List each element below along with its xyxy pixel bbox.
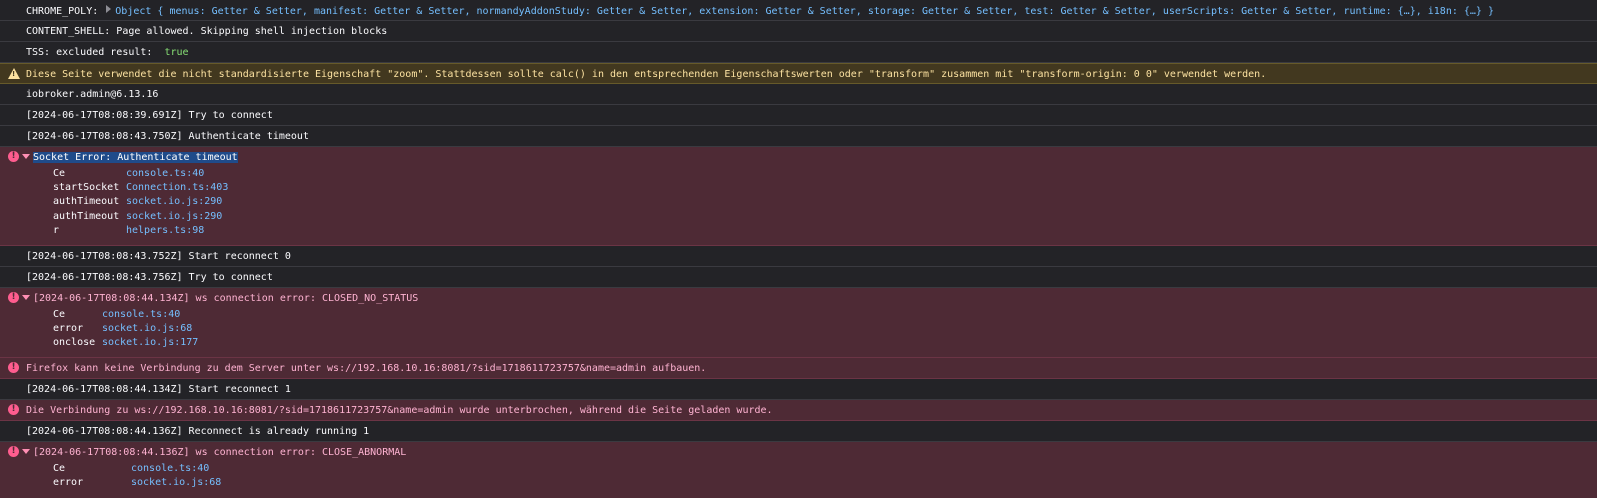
stack-function: Ce (53, 168, 66, 179)
stack-location-link[interactable]: helpers.ts:98 (126, 224, 204, 238)
error-icon: ! (8, 151, 19, 162)
console-message-log: TSS: excluded result: true (0, 42, 1597, 63)
stack-frame: r helpers.ts:98 (53, 224, 238, 238)
stack-frame: authTimeout socket.io.js:290 (53, 195, 238, 209)
message-text: [2024-06-17T08:08:43.752Z] Start reconne… (26, 251, 291, 262)
stack-location-link[interactable]: socket.io.js:68 (102, 322, 192, 336)
stack-location-link[interactable]: console.ts:40 (126, 167, 204, 181)
message-text: [2024-06-17T08:08:43.750Z] Authenticate … (26, 131, 309, 142)
stack-frame: Ce console.ts:40 (53, 462, 406, 476)
console-message-log: [2024-06-17T08:08:43.756Z] Try to connec… (0, 267, 1597, 288)
message-text: Firefox kann keine Verbindung zu dem Ser… (26, 363, 707, 374)
message-text: Die Verbindung zu ws://192.168.10.16:808… (26, 405, 773, 416)
console-message-log: CONTENT_SHELL: Page allowed. Skipping sh… (0, 21, 1597, 42)
console-message-log: [2024-06-17T08:08:43.752Z] Start reconne… (0, 246, 1597, 267)
stack-frame: Ce console.ts:40 (53, 167, 238, 181)
stack-location-link[interactable]: socket.io.js:177 (102, 336, 198, 350)
stack-location-link[interactable]: console.ts:40 (102, 308, 180, 322)
stack-function: Ce (53, 463, 66, 474)
stack-function: Ce (53, 309, 66, 320)
stack-trace: Ce console.ts:40 error socket.io.js:68 onc… (0, 304, 418, 357)
message-text: [2024-06-17T08:08:44.134Z] Start reconne… (26, 384, 291, 395)
console-message-log: CHROME_POLY: Object { menus: Getter & Se… (0, 0, 1597, 21)
console-message-log: iobroker.admin@6.13.16 (0, 84, 1597, 105)
console-message-log: [2024-06-17T08:08:43.750Z] Authenticate … (0, 126, 1597, 147)
warning-icon: ! (8, 68, 20, 79)
stack-function: error (53, 323, 84, 335)
stack-frame: authTimeout socket.io.js:290 (53, 210, 238, 224)
console-output: CHROME_POLY: Object { menus: Getter & Se… (0, 0, 1597, 498)
console-message-log: [2024-06-17T08:08:39.691Z] Try to connec… (0, 105, 1597, 126)
console-message-error: ! Firefox kann keine Verbindung zu dem S… (0, 358, 1597, 379)
error-icon: ! (8, 404, 19, 415)
stack-function: r (53, 224, 60, 236)
message-prefix: CHROME_POLY: (26, 6, 105, 17)
expand-triangle-icon[interactable] (106, 5, 112, 13)
error-icon: ! (8, 292, 19, 303)
stack-frame: startSocket Connection.ts:403 (53, 181, 238, 195)
object-preview[interactable]: Object { menus: Getter & Setter, manifes… (115, 6, 1494, 17)
stack-frame: onclose socket.io.js:177 (53, 336, 418, 350)
stack-location-link[interactable]: Connection.ts:403 (126, 181, 228, 195)
stack-function: startSocket (53, 182, 120, 194)
stack-location-link[interactable]: socket.io.js:290 (126, 210, 222, 224)
error-icon: ! (8, 446, 19, 457)
stack-location-link[interactable]: console.ts:40 (131, 462, 209, 476)
console-message-error: ! [2024-06-17T08:08:44.136Z] ws connecti… (0, 442, 1597, 498)
stack-trace: Ce console.ts:40 error socket.io.js:68 (0, 458, 406, 496)
message-prefix: TSS: excluded result: (26, 47, 165, 58)
stack-location-link[interactable]: socket.io.js:290 (126, 195, 222, 209)
message-text: [2024-06-17T08:08:44.134Z] ws connection… (33, 293, 419, 304)
boolean-value: true (164, 47, 189, 58)
console-message-error: ! Socket Error: Authenticate timeout Ce c… (0, 147, 1597, 246)
message-text: [2024-06-17T08:08:44.136Z] Reconnect is … (26, 426, 370, 437)
message-text: [2024-06-17T08:08:43.756Z] Try to connec… (26, 272, 273, 283)
message-text: iobroker.admin@6.13.16 (26, 89, 159, 100)
console-message-log: [2024-06-17T08:08:44.136Z] Reconnect is … (0, 421, 1597, 442)
stack-frame: error socket.io.js:68 (53, 476, 406, 490)
console-message-error: ! Die Verbindung zu ws://192.168.10.16:8… (0, 400, 1597, 421)
stack-function: onclose (53, 337, 96, 349)
stack-frame: error socket.io.js:68 (53, 322, 418, 336)
error-icon: ! (8, 362, 19, 373)
stack-trace: Ce console.ts:40 startSocket Connection.ts… (0, 163, 238, 244)
stack-location-link[interactable]: socket.io.js:68 (131, 476, 221, 490)
stack-function: error (53, 477, 84, 489)
message-text: [2024-06-17T08:08:44.136Z] ws connection… (33, 447, 407, 458)
message-text[interactable]: Socket Error: Authenticate timeout (33, 152, 238, 163)
stack-frame: Ce console.ts:40 (53, 308, 418, 322)
stack-function: authTimeout (53, 210, 120, 222)
stack-function: authTimeout (53, 196, 120, 208)
message-text: Diese Seite verwendet die nicht standard… (26, 69, 1267, 80)
console-message-log: [2024-06-17T08:08:44.134Z] Start reconne… (0, 379, 1597, 400)
message-text: [2024-06-17T08:08:39.691Z] Try to connec… (26, 110, 273, 121)
console-message-error: ! [2024-06-17T08:08:44.134Z] ws connecti… (0, 288, 1597, 358)
message-text: CONTENT_SHELL: Page allowed. Skipping sh… (26, 26, 388, 37)
console-message-warning: ! Diese Seite verwendet die nicht standa… (0, 63, 1597, 84)
